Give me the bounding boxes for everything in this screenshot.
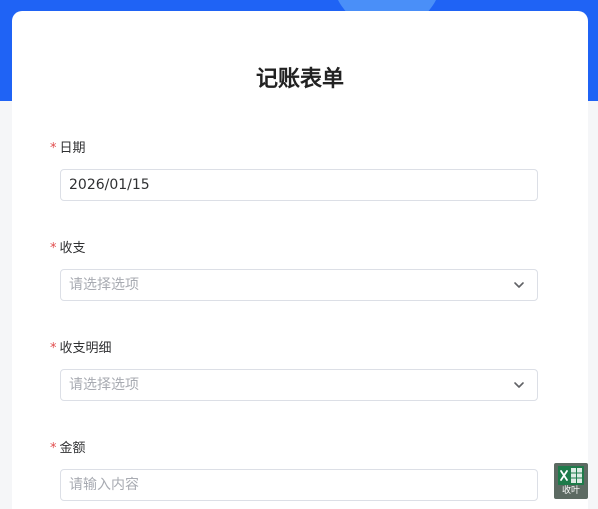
required-mark: * <box>50 241 57 256</box>
badge-text: 收叶 <box>561 486 580 496</box>
income-expense-select[interactable]: 请选择选项 <box>60 269 538 301</box>
label-text: 金额 <box>59 441 86 456</box>
field-date: * 日期 <box>50 140 540 201</box>
required-mark: * <box>50 341 57 356</box>
form-card: 记账表单 *日期 *收支 请选择选项 *收支明细 <box>12 11 588 509</box>
label-text: 收支明细 <box>59 341 112 356</box>
date-input-wrapper <box>60 169 538 201</box>
excel-badge[interactable]: 收叶 <box>554 463 588 499</box>
chevron-down-icon <box>514 382 524 388</box>
field-income-expense: * 收支 请选择选项 <box>50 240 540 301</box>
field-income-expense-detail: * 收支明细 请选择选项 <box>50 340 540 401</box>
page: 记账表单 *日期 *收支 请选择选项 *收支明细 <box>0 0 598 509</box>
date-input[interactable] <box>61 170 509 200</box>
form-title: 记账表单 <box>255 67 344 92</box>
required-mark: * <box>50 141 57 156</box>
field-label-income-expense: * 收支 <box>50 240 540 258</box>
select-placeholder: 请选择选项 <box>69 377 139 393</box>
excel-icon <box>558 466 584 485</box>
amount-input[interactable] <box>61 470 509 500</box>
select-placeholder: 请选择选项 <box>69 277 139 293</box>
amount-input-wrapper <box>60 469 538 501</box>
chevron-down-icon <box>514 282 524 288</box>
label-text: 日期 <box>59 141 86 156</box>
field-label-amount: * 金额 <box>50 440 540 458</box>
field-amount: * 金额 <box>50 440 540 501</box>
field-label-income-expense-detail: * 收支明细 <box>50 340 540 358</box>
label-text: 收支 <box>59 241 86 256</box>
field-label-date: * 日期 <box>50 140 540 158</box>
income-expense-detail-select[interactable]: 请选择选项 <box>60 369 538 401</box>
required-mark: * <box>50 441 57 456</box>
